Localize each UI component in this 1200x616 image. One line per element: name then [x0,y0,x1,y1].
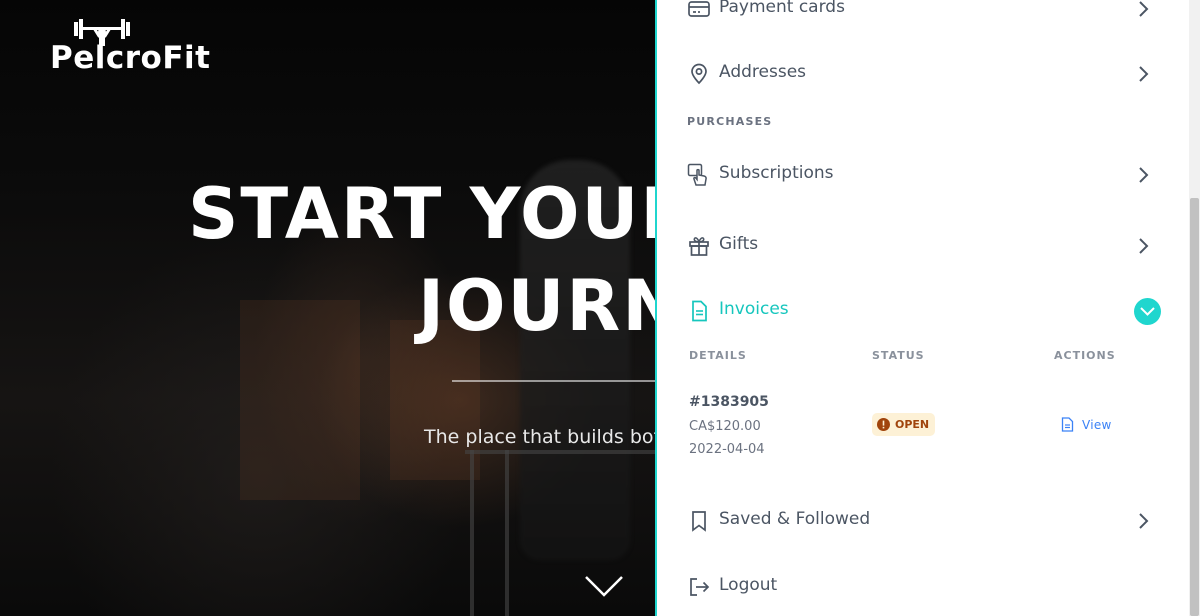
hero-rig-bar [470,450,474,616]
account-side-panel: Payment cards Addresses PURCHASES Subscr… [655,0,1189,616]
chevron-right-icon [1139,167,1149,183]
menu-item-subscriptions[interactable]: Subscriptions [687,157,1167,193]
view-invoice-label: View [1082,417,1112,432]
document-icon [1061,417,1074,432]
invoice-amount: CA$120.00 [689,419,761,434]
menu-item-label: Saved & Followed [719,509,871,529]
menu-item-saved-followed[interactable]: Saved & Followed [687,503,1167,539]
invoice-date: 2022-04-04 [689,442,765,457]
menu-item-payment-cards[interactable]: Payment cards [687,0,1167,27]
bookmark-icon [692,511,706,532]
exclamation-circle-icon [877,418,890,431]
menu-item-gifts[interactable]: Gifts [687,228,1167,264]
brand-logo[interactable]: PelcroFit [50,16,220,80]
menu-item-label: Subscriptions [719,163,834,183]
column-header-actions: ACTIONS [1054,349,1116,362]
invoice-number: #1383905 [689,394,769,410]
view-invoice-button[interactable]: View [1061,417,1112,432]
credit-card-icon [688,1,710,17]
hand-pointer-icon [687,163,707,186]
menu-item-label: Invoices [719,299,789,319]
brand-name: PelcroFit [50,40,211,76]
scroll-down-chevron-icon[interactable] [584,574,624,598]
hero-rig-bar [505,450,509,616]
panel-scrollbar-thumb[interactable] [1190,198,1199,616]
chevron-right-icon [1139,238,1149,254]
column-header-details: DETAILS [689,349,747,362]
gift-icon [689,237,709,256]
menu-item-label: Gifts [719,234,759,254]
invoices-collapse-toggle[interactable] [1134,298,1161,325]
menu-item-logout[interactable]: Logout [687,569,1167,605]
hero-rig-bar [465,450,655,454]
menu-item-label: Addresses [719,62,807,82]
hero-title-line-1: START YOUR [188,173,655,255]
hero-title: START YOUR JOURNEY [188,168,655,352]
status-badge-label: OPEN [895,418,930,431]
hero-section: PelcroFit START YOUR JOURNEY The place t… [0,0,655,616]
chevron-right-icon [1139,513,1149,529]
document-icon [692,300,707,322]
column-header-status: STATUS [872,349,925,362]
chevron-down-icon [1140,307,1155,316]
menu-item-addresses[interactable]: Addresses [687,56,1167,92]
menu-item-label: Payment cards [719,0,845,17]
chevron-right-icon [1139,66,1149,82]
status-badge: OPEN [872,413,936,436]
hero-title-line-2: JOURNEY [418,265,655,347]
menu-item-label: Logout [719,575,778,595]
hero-subtitle: The place that builds both [424,426,655,448]
map-pin-icon [691,63,707,85]
logout-icon [690,578,710,596]
purchases-section-heading: PURCHASES [687,115,773,128]
chevron-right-icon [1139,1,1149,17]
menu-item-invoices[interactable]: Invoices [687,293,1167,329]
hero-divider [452,380,655,382]
